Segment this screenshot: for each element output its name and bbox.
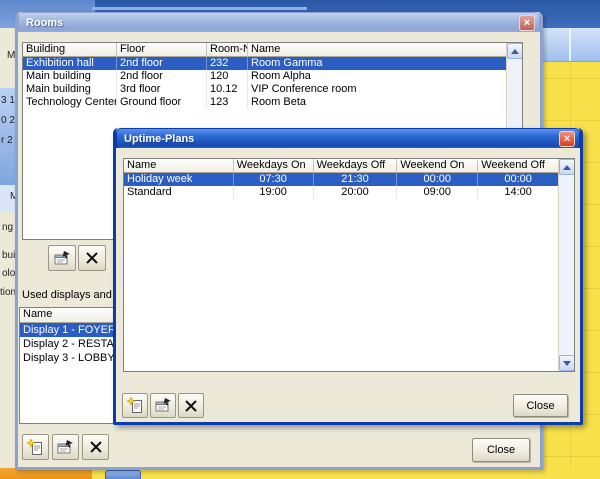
cell-weekdays-on: 19:00 [234,186,314,199]
room-properties-button[interactable] [48,245,76,271]
cell-floor: 2nd floor [117,57,207,70]
uptime-plans-table: Name Weekdays On Weekdays Off Weekend On… [123,158,575,372]
cell-name: Room Beta [248,96,506,109]
new-item-icon [27,439,44,456]
rooms-title: Rooms [26,17,63,29]
cell-weekend-on: 09:00 [397,186,478,199]
properties-icon [54,251,71,266]
scroll-up-icon[interactable] [507,43,523,59]
cell-floor: Ground floor [117,96,207,109]
background-text-fragment: buil [2,250,16,261]
background-toolbar-band [540,28,600,62]
column-header-name[interactable]: Name [124,159,234,172]
rooms-close-button[interactable]: Close [472,438,530,462]
vertical-scrollbar[interactable] [558,159,574,371]
grid-line [540,456,600,457]
background-text-fragment: olo [2,268,15,279]
column-header-name[interactable]: Name [248,43,506,56]
column-header-floor[interactable]: Floor [117,43,207,56]
grid-line [540,120,600,121]
properties-icon [57,440,74,455]
cell-building: Technology Center [23,96,117,109]
plan-new-button[interactable] [122,393,148,418]
cell-building: Exhibition hall [23,57,117,70]
background-text-fragment: r 2 [1,135,13,146]
cell-room-no: 123 [207,96,248,109]
delete-icon [85,251,99,265]
cell-room-no: 232 [207,57,248,70]
room-delete-button[interactable] [78,245,106,271]
background-text-fragment: tion [0,287,16,298]
cell-plan-name: Standard [124,186,234,199]
table-row[interactable]: Exhibition hall 2nd floor 232 Room Gamma [23,57,506,70]
scroll-up-icon[interactable] [559,159,575,175]
table-row[interactable]: Main building 3rd floor 10.12 VIP Confer… [23,83,506,96]
background-text-fragment: 3 1 [1,95,15,106]
cell-weekdays-off: 21:30 [314,173,398,186]
cell-weekend-on: 00:00 [397,173,478,186]
rooms-table-header: Building Floor Room-No. Name [23,43,506,57]
close-icon[interactable]: × [559,131,575,147]
background-text-fragment: 0 2 [1,115,15,126]
toolbar-separator [569,28,571,61]
background-window-sliver: M 3 1 0 2 r 2 M ng buil olo tion [0,28,16,468]
cell-weekdays-off: 20:00 [314,186,398,199]
display-new-button[interactable] [22,434,49,460]
background-text-fragment: ng [2,222,13,233]
close-icon[interactable]: × [519,15,535,31]
delete-icon [184,399,198,413]
display-delete-button[interactable] [82,434,109,460]
rooms-titlebar: Rooms × [18,12,540,32]
delete-icon [89,440,103,454]
plan-delete-button[interactable] [178,393,204,418]
column-header-weekdays-off[interactable]: Weekdays Off [314,159,398,172]
table-row[interactable]: Main building 2nd floor 120 Room Alpha [23,70,506,83]
cell-plan-name: Holiday week [124,173,234,186]
cell-floor: 3rd floor [117,83,207,96]
uptime-table-header: Name Weekdays On Weekdays Off Weekend On… [124,159,558,173]
uptime-titlebar: Uptime-Plans × [116,128,580,148]
column-header-weekend-off[interactable]: Weekend Off [478,159,558,172]
taskbar-button-fragment[interactable] [105,470,141,479]
cell-floor: 2nd floor [117,70,207,83]
table-row[interactable]: Holiday week 07:30 21:30 00:00 00:00 [124,173,558,186]
column-header-weekend-on[interactable]: Weekend On [397,159,478,172]
cell-weekend-off: 00:00 [478,173,558,186]
display-properties-button[interactable] [52,434,79,460]
desktop: M 3 1 0 2 r 2 M ng buil olo tion Rooms ×… [0,0,600,479]
cell-room-no: 10.12 [207,83,248,96]
cell-room-no: 120 [207,70,248,83]
cell-name: Room Alpha [248,70,506,83]
uptime-title: Uptime-Plans [124,133,194,145]
uptime-close-button[interactable]: Close [513,394,568,417]
properties-icon [155,398,172,413]
plan-properties-button[interactable] [150,393,176,418]
new-item-icon [127,397,144,414]
column-header-building[interactable]: Building [23,43,117,56]
cell-building: Main building [23,70,117,83]
column-header-weekdays-on[interactable]: Weekdays On [234,159,314,172]
cell-name: VIP Conference room [248,83,506,96]
cell-weekend-off: 14:00 [478,186,558,199]
cell-weekdays-on: 07:30 [234,173,314,186]
scroll-down-icon[interactable] [559,355,575,371]
uptime-plans-dialog: Uptime-Plans × Name Weekdays On Weekdays… [113,128,583,425]
grid-line [540,78,600,79]
table-row[interactable]: Standard 19:00 20:00 09:00 14:00 [124,186,558,199]
table-row[interactable]: Technology Center Ground floor 123 Room … [23,96,506,109]
cell-building: Main building [23,83,117,96]
cell-name: Room Gamma [248,57,506,70]
column-header-room-no[interactable]: Room-No. [207,43,248,56]
background-window-edge-line [92,7,307,10]
